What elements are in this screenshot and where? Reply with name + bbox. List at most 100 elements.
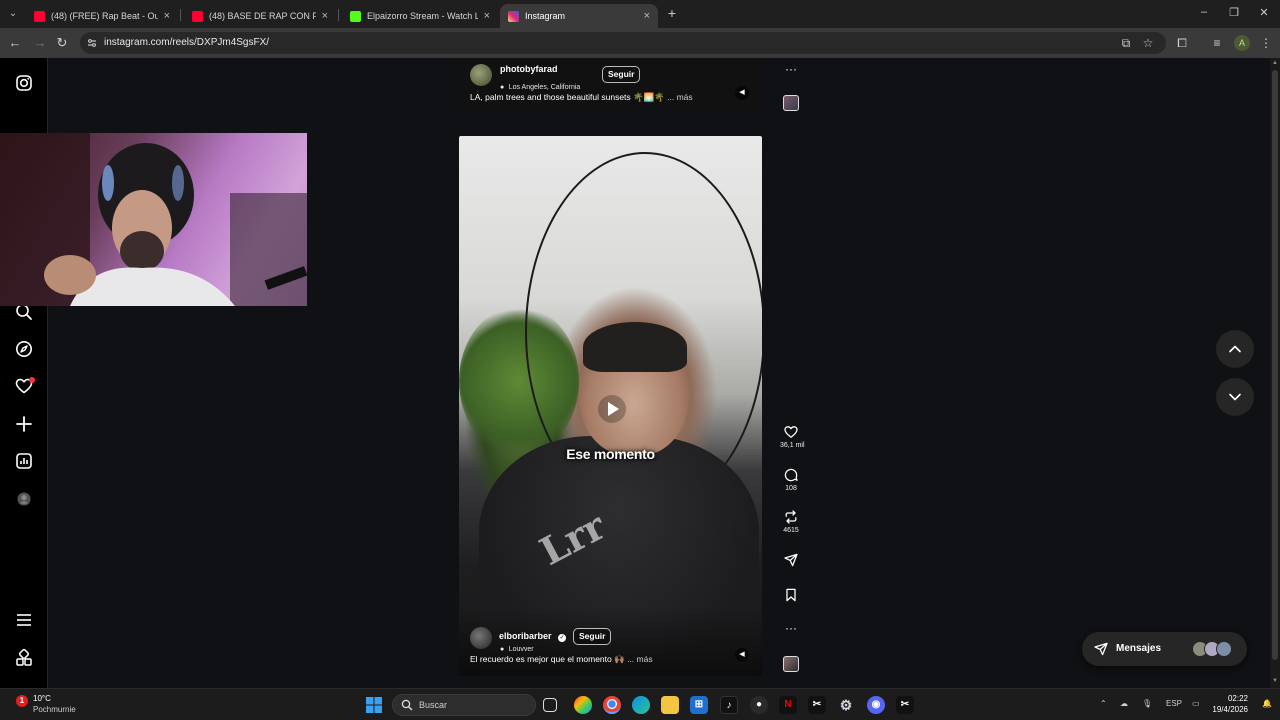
new-tab-icon[interactable]: + — [664, 5, 680, 21]
taskbar-search[interactable]: Buscar — [392, 694, 536, 716]
close-tab-icon[interactable]: × — [322, 10, 328, 22]
tab-title: (48) (FREE) Rap Beat - Outside — [51, 11, 158, 21]
system-clock[interactable]: 02:22 19/4/2026 — [1212, 693, 1248, 715]
like-button[interactable]: 36,1 mil — [780, 424, 805, 449]
caption-text: LA, palm trees and those beautiful sunse… — [470, 92, 665, 102]
browser-menu-icon[interactable]: ⋮ — [1258, 35, 1274, 51]
chrome-icon[interactable] — [603, 696, 621, 714]
search-placeholder: Buscar — [419, 700, 448, 710]
scrollbar-thumb[interactable] — [1272, 70, 1278, 660]
caption-more-link[interactable]: ... más — [667, 92, 693, 102]
windows-taskbar: 1 10°C Pochmurnie Buscar ⊞ ♪ ● N ✂ ⚙ ◉ ✂… — [0, 688, 1280, 720]
more-menu-icon[interactable] — [14, 610, 34, 630]
address-bar[interactable]: instagram.com/reels/DXPJm4SgsFX/ — [80, 32, 1166, 54]
site-info-icon[interactable] — [86, 37, 98, 49]
forward-icon[interactable]: → — [32, 35, 48, 51]
reel-caption: El recuerdo es mejor que el momento 🙌🏽 .… — [470, 654, 653, 665]
microsoft-store-icon[interactable]: ⊞ — [690, 696, 708, 714]
follow-button[interactable]: Seguir — [573, 628, 612, 645]
keyboard-language[interactable]: ESP — [1166, 699, 1182, 708]
profile-avatar[interactable]: A — [1234, 35, 1250, 51]
restore-icon[interactable]: ❐ — [1226, 6, 1242, 19]
bookmark-star-icon[interactable]: ☆ — [1140, 35, 1156, 51]
page-scrollbar[interactable] — [1270, 58, 1280, 688]
create-plus-icon[interactable] — [14, 414, 34, 434]
comment-bubble-icon — [784, 468, 798, 482]
netflix-icon[interactable]: N — [779, 696, 797, 714]
tab-base-rap[interactable]: (48) BASE DE RAP CON PALABR × — [184, 4, 336, 28]
previous-reel-button[interactable] — [1216, 330, 1254, 368]
task-view-icon[interactable] — [543, 698, 557, 712]
tab-rap-beat[interactable]: (48) (FREE) Rap Beat - Outside × — [26, 4, 178, 28]
tab-divider — [338, 9, 339, 21]
tab-instagram[interactable]: Instagram × — [500, 4, 658, 28]
author-username[interactable]: photobyfarad — [500, 64, 558, 74]
mute-toggle-icon[interactable]: ◀ — [735, 648, 749, 662]
caption-more-link[interactable]: ... más — [627, 654, 653, 664]
tab-title: Instagram — [525, 11, 566, 21]
comment-button[interactable]: 108 — [780, 467, 802, 492]
scroll-down-arrow-icon[interactable]: ▼ — [1271, 678, 1279, 684]
caption-text: El recuerdo es mejor que el momento 🙌🏽 — [470, 654, 625, 664]
explore-compass-icon[interactable] — [14, 339, 34, 359]
more-options-icon[interactable]: ··· — [780, 621, 802, 635]
close-tab-icon[interactable]: × — [484, 10, 490, 22]
close-window-icon[interactable]: ✕ — [1256, 6, 1272, 19]
edge-icon[interactable] — [632, 696, 650, 714]
capcut-2-icon[interactable]: ✂ — [896, 696, 914, 714]
play-icon[interactable] — [597, 394, 627, 424]
microphone-icon[interactable]: 🎙 — [1142, 699, 1152, 708]
extensions-icon[interactable]: ⧠ — [1174, 35, 1190, 51]
close-tab-icon[interactable]: × — [164, 10, 170, 22]
dashboard-stats-icon[interactable] — [14, 451, 34, 471]
author-avatar[interactable] — [470, 64, 492, 86]
mute-toggle-icon[interactable]: ◀ — [735, 86, 749, 100]
windows-start-icon[interactable] — [366, 697, 382, 713]
discord-icon[interactable]: ◉ — [867, 696, 885, 714]
capcut-icon[interactable]: ✂ — [808, 696, 826, 714]
messages-button[interactable]: Mensajes — [1082, 632, 1247, 666]
share-button[interactable] — [780, 552, 802, 568]
scroll-up-arrow-icon[interactable]: ▲ — [1271, 60, 1279, 66]
back-icon[interactable]: ← — [7, 35, 23, 51]
author-avatar[interactable] — [470, 627, 492, 649]
instagram-favicon-icon — [508, 10, 519, 22]
audio-thumbnail[interactable] — [783, 95, 799, 111]
next-reel-button[interactable] — [1216, 378, 1254, 416]
tab-kick-stream[interactable]: Elpaizorro Stream - Watch Live × — [342, 4, 498, 28]
notification-dot — [29, 377, 35, 383]
tray-overflow-icon[interactable]: ⌃ — [1100, 699, 1107, 708]
bookmark-icon — [786, 588, 796, 602]
repost-count: 4615 — [783, 527, 799, 534]
copilot-icon[interactable] — [574, 696, 592, 714]
tab-title: Elpaizorro Stream - Watch Live — [367, 11, 478, 21]
reading-list-icon[interactable]: ≡ — [1209, 35, 1225, 51]
tab-search-icon[interactable]: ⌄ — [4, 6, 22, 22]
audio-thumbnail[interactable] — [783, 656, 799, 672]
instagram-logo-icon[interactable] — [14, 73, 34, 93]
close-tab-icon[interactable]: × — [644, 10, 650, 22]
video-person-hair — [583, 322, 687, 372]
tiktok-icon[interactable]: ♪ — [720, 696, 738, 714]
file-explorer-icon[interactable] — [661, 696, 679, 714]
previous-reel-card[interactable]: photobyfarad ● Los Angeles, California S… — [459, 58, 762, 110]
save-button[interactable] — [780, 587, 802, 603]
install-app-icon[interactable]: ⧉ — [1118, 35, 1134, 51]
reload-icon[interactable]: ↻ — [54, 35, 70, 51]
search-icon — [401, 699, 413, 711]
settings-gear-icon[interactable]: ⚙ — [837, 696, 855, 714]
follow-button[interactable]: Seguir — [602, 66, 641, 83]
notifications-bell-icon[interactable]: 🔔 — [1262, 699, 1272, 708]
profile-avatar-icon[interactable] — [14, 489, 34, 509]
display-icon[interactable]: ▭ — [1192, 699, 1200, 708]
obs-icon[interactable]: ● — [750, 696, 768, 714]
browser-toolbar: ← → ↻ instagram.com/reels/DXPJm4SgsFX/ ⧉… — [0, 28, 1280, 58]
weather-widget[interactable]: 1 10°C Pochmurnie — [16, 693, 96, 717]
minimize-icon[interactable]: – — [1196, 6, 1212, 18]
also-from-meta-icon[interactable] — [14, 648, 34, 668]
reel-video[interactable]: Lrr Ese momento elboribarber ✓ ● Louvver… — [459, 136, 762, 676]
repost-button[interactable]: 4615 — [780, 509, 802, 534]
network-cloud-icon[interactable]: ☁ — [1120, 699, 1128, 708]
prev-more-options-icon[interactable]: ··· — [780, 62, 802, 76]
webcam-overlay — [0, 133, 307, 306]
